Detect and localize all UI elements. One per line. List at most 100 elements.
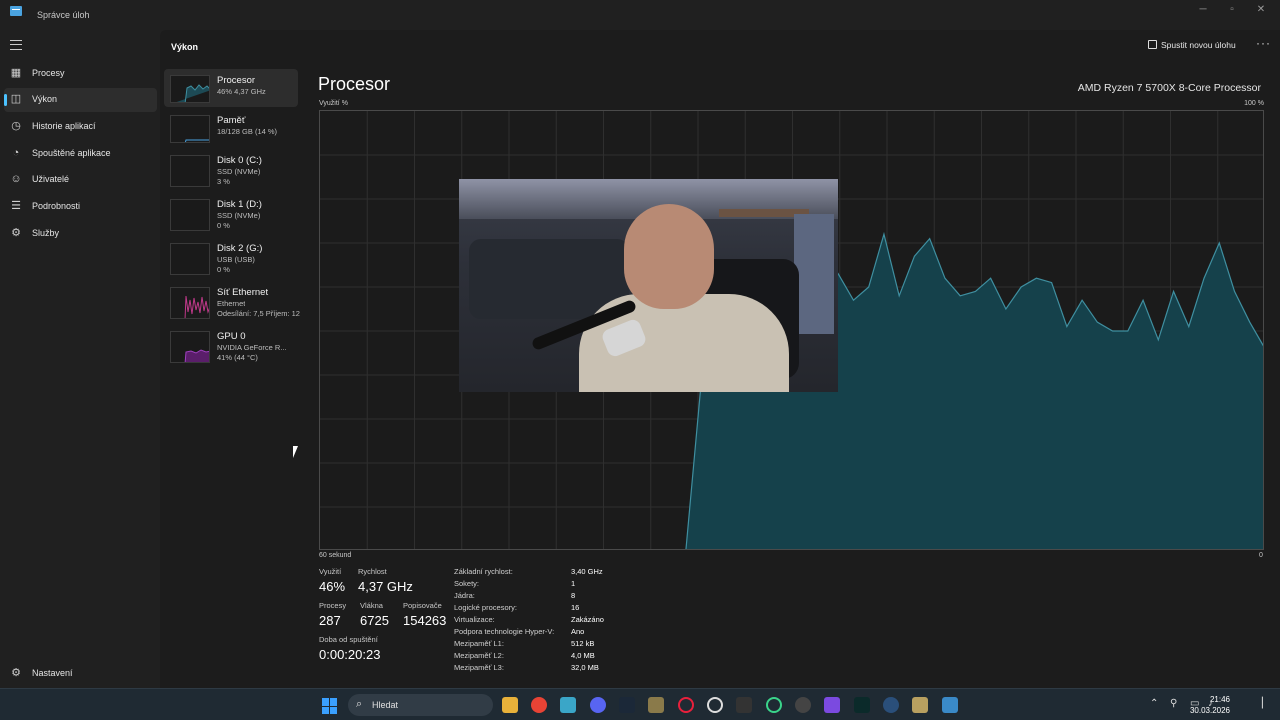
threads-label: Vlákna xyxy=(360,601,383,610)
nav-label: Služby xyxy=(32,228,60,238)
processes-value: 287 xyxy=(319,613,341,628)
monitor-icon[interactable] xyxy=(560,697,576,713)
uptime-label: Doba od spuštění xyxy=(319,635,378,644)
tray-overflow-icon[interactable]: ⌃ xyxy=(1150,698,1158,709)
title-bar: Správce úloh ─ ▫ ✕ xyxy=(0,0,1280,30)
resource-disk-0[interactable]: Disk 0 (C:) SSD (NVMe) 3 % xyxy=(164,149,298,189)
resource-ethernet[interactable]: Síť Ethernet Ethernet Odesílání: 7,5 Pří… xyxy=(164,281,300,321)
hamburger-menu-icon[interactable] xyxy=(10,40,22,50)
notifications-icon[interactable]: ▏ xyxy=(1262,698,1270,709)
panel-title: Procesor xyxy=(318,74,391,94)
resource-detail: NVIDIA GeForce R... xyxy=(217,343,287,352)
resource-detail: SSD (NVMe) xyxy=(217,167,261,176)
search-label: Hledat xyxy=(372,700,399,710)
resource-disk-2[interactable]: Disk 2 (G:) USB (USB) 0 % xyxy=(164,237,298,277)
start-button[interactable] xyxy=(322,698,338,714)
nav-label: Podrobnosti xyxy=(32,201,81,211)
steam-icon[interactable] xyxy=(619,697,635,713)
resource-name: Síť Ethernet xyxy=(217,287,269,298)
disk-2-thumbnail xyxy=(170,243,210,275)
services-icon: ⚙ xyxy=(11,227,21,239)
close-button[interactable]: ✕ xyxy=(1254,4,1268,16)
threads-value: 6725 xyxy=(360,613,389,628)
maximize-button[interactable]: ▫ xyxy=(1225,4,1239,16)
nav-item-details[interactable]: ☰ Podrobnosti xyxy=(4,195,157,219)
epic-icon[interactable] xyxy=(736,697,752,713)
resource-detail: SSD (NVMe) xyxy=(217,211,261,220)
disk-1-thumbnail xyxy=(170,199,210,231)
nav-label: Procesy xyxy=(32,68,65,78)
tray-app-icon[interactable]: ⚲ xyxy=(1170,698,1177,709)
nav-item-app-history[interactable]: ◷ Historie aplikací xyxy=(4,115,157,139)
x-min-label: 0 xyxy=(1259,552,1263,559)
taskbar-clock[interactable]: 21:46 30.03.2026 xyxy=(1190,694,1230,716)
nav-item-settings[interactable]: ⚙ Nastavení xyxy=(4,662,157,684)
circle-app-icon[interactable] xyxy=(766,697,782,713)
package-app-icon[interactable] xyxy=(912,697,928,713)
app-history-icon: ◷ xyxy=(11,120,21,132)
webcam-overlay xyxy=(459,179,838,392)
y-axis-label: Využití % xyxy=(319,100,348,107)
minimize-button[interactable]: ─ xyxy=(1196,4,1210,16)
obs-icon[interactable] xyxy=(795,697,811,713)
more-options-button[interactable]: ··· xyxy=(1256,36,1271,50)
resource-name: Paměť xyxy=(217,115,246,126)
resource-cpu[interactable]: Procesor 46% 4,37 GHz xyxy=(164,69,298,107)
prop-l3-label: Mezipaměť L3: xyxy=(454,663,504,672)
nav-item-startup-apps[interactable]: ◔ Spouštěné aplikace xyxy=(4,142,157,166)
chrome-icon[interactable] xyxy=(531,697,547,713)
performance-icon: ◫ xyxy=(10,93,22,105)
nav-label: Uživatelé xyxy=(32,174,70,184)
resource-memory[interactable]: Paměť 18/128 GB (14 %) xyxy=(164,109,298,147)
prop-l2-value: 4,0 MB xyxy=(571,651,595,660)
prop-l3-value: 32,0 MB xyxy=(571,663,599,672)
task-manager-taskbar-icon[interactable] xyxy=(942,697,958,713)
terminal-icon[interactable] xyxy=(854,697,870,713)
resource-name: Disk 0 (C:) xyxy=(217,155,262,166)
disk-0-thumbnail xyxy=(170,155,210,187)
startup-apps-icon: ◔ xyxy=(12,147,20,159)
resource-disk-1[interactable]: Disk 1 (D:) SSD (NVMe) 0 % xyxy=(164,193,298,233)
utilization-label: Využití xyxy=(319,567,342,576)
taskbar-search[interactable]: ⌕ Hledat xyxy=(348,694,493,716)
speed-value: 4,37 GHz xyxy=(358,579,413,594)
ethernet-thumbnail xyxy=(170,287,210,319)
utilization-value: 46% xyxy=(319,579,346,594)
nav-label: Historie aplikací xyxy=(32,121,96,131)
resource-detail: 18/128 GB (14 %) xyxy=(217,127,278,136)
run-new-task-button[interactable]: Spustit novou úlohu xyxy=(1148,40,1236,50)
chatgpt-icon[interactable] xyxy=(707,697,723,713)
page-title: Výkon xyxy=(171,42,199,52)
file-explorer-icon[interactable] xyxy=(502,697,518,713)
uptime-value: 0:00:20:23 xyxy=(319,647,381,662)
resource-detail: USB (USB) xyxy=(217,255,255,264)
game-icon[interactable] xyxy=(648,697,664,713)
clock-date: 30.03.2026 xyxy=(1189,706,1230,715)
resource-detail: Ethernet xyxy=(217,299,246,308)
nav-item-performance[interactable]: ◫ Výkon xyxy=(4,88,157,112)
task-manager-icon xyxy=(10,6,22,16)
window-title: Správce úloh xyxy=(37,10,90,20)
opera-icon[interactable] xyxy=(678,697,694,713)
grid-app-icon[interactable] xyxy=(824,697,840,713)
nav-item-services[interactable]: ⚙ Služby xyxy=(4,222,157,246)
prop-virtualization-label: Virtualizace: xyxy=(454,615,495,624)
anchor-app-icon[interactable] xyxy=(883,697,899,713)
resource-usage: 41% (44 °C) xyxy=(217,353,258,362)
nav-item-processes[interactable]: ▦ Procesy xyxy=(4,62,157,86)
nav-label: Spouštěné aplikace xyxy=(32,148,111,158)
cpu-thumbnail xyxy=(170,75,210,103)
new-task-icon xyxy=(1148,40,1157,49)
nav-item-users[interactable]: ☺ Uživatelé xyxy=(4,168,157,192)
resource-gpu-0[interactable]: GPU 0 NVIDIA GeForce R... 41% (44 °C) xyxy=(164,325,298,365)
prop-cores-label: Jádra: xyxy=(454,591,475,600)
clock-time: 21:46 xyxy=(1209,695,1230,704)
resource-usage: 3 % xyxy=(217,177,230,186)
y-max-label: 100 % xyxy=(1244,100,1264,107)
prop-base-speed-value: 3,40 GHz xyxy=(571,567,603,576)
prop-logical-value: 16 xyxy=(571,603,580,612)
prop-base-speed-label: Základní rychlost: xyxy=(454,567,513,576)
handles-label: Popisovače xyxy=(403,601,442,610)
discord-icon[interactable] xyxy=(590,697,606,713)
prop-sockets-label: Sokety: xyxy=(454,579,480,588)
